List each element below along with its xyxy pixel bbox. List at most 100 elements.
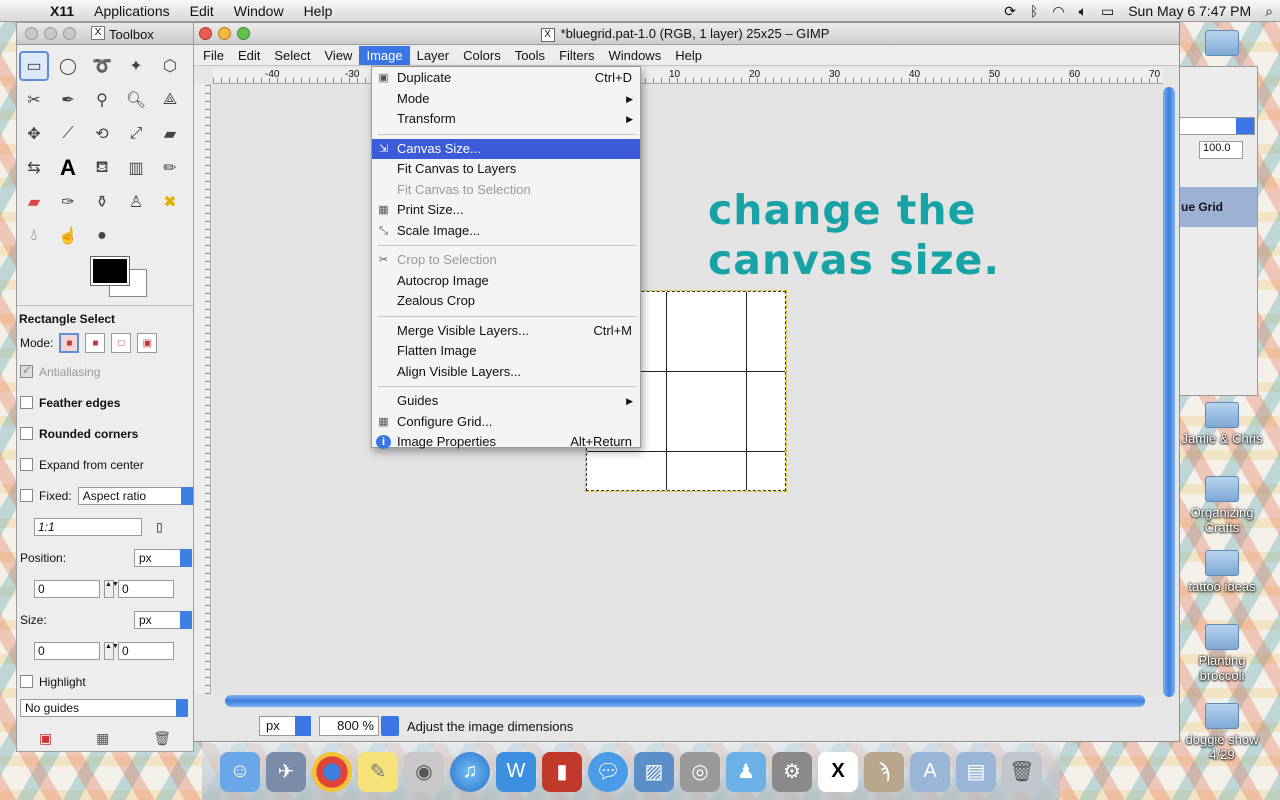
documents-folder-icon[interactable]: ▤ bbox=[956, 751, 996, 792]
color-picker-icon[interactable]: ⚲ bbox=[87, 85, 117, 115]
menu-item-merge-visible-layers[interactable]: Merge Visible Layers... Ctrl+M bbox=[372, 321, 640, 342]
expand-center-checkbox[interactable] bbox=[20, 458, 33, 471]
text-tool-icon[interactable]: A bbox=[53, 153, 83, 183]
volume-icon[interactable]: 🔈︎ bbox=[1072, 3, 1094, 20]
rect-select-icon[interactable]: ▭ bbox=[19, 51, 49, 81]
vertical-ruler[interactable] bbox=[193, 84, 211, 694]
layer-row-selected[interactable]: ue Grid bbox=[1177, 187, 1257, 227]
menu-item-configure-grid[interactable]: ▦ Configure Grid... bbox=[372, 412, 640, 433]
menu-file[interactable]: File bbox=[191, 46, 231, 65]
menu-item-crop-to-selection[interactable]: ✂ Crop to Selection bbox=[372, 250, 640, 271]
position-unit-combo[interactable]: px bbox=[134, 548, 192, 567]
x11-dock-icon[interactable]: X bbox=[818, 751, 858, 792]
menu-item-fit-canvas-to-layers[interactable]: Fit Canvas to Layers bbox=[372, 159, 640, 180]
zoom-field[interactable]: 800 % bbox=[319, 716, 379, 736]
menu-edit[interactable]: Edit bbox=[180, 3, 224, 19]
itunes-icon[interactable]: ♫ bbox=[450, 751, 490, 792]
foreground-color[interactable] bbox=[90, 256, 130, 286]
finder-icon[interactable]: ☺ bbox=[220, 751, 260, 792]
desktop-folder-doggie-show[interactable]: doggie show 4/29 bbox=[1178, 703, 1266, 762]
zoom-dropdown-button[interactable] bbox=[381, 716, 399, 736]
zoom-button[interactable] bbox=[63, 27, 76, 40]
window-titlebar[interactable]: X *bluegrid.pat-1.0 (RGB, 1 layer) 25x25 … bbox=[191, 23, 1179, 45]
save-options-icon[interactable]: ▣ bbox=[39, 730, 52, 747]
antialiasing-checkbox[interactable] bbox=[20, 363, 33, 378]
color-select-icon[interactable]: ⬡ bbox=[155, 51, 185, 81]
menu-layer[interactable]: Layer bbox=[410, 46, 457, 65]
bucket-fill-icon[interactable]: ⛾ bbox=[87, 153, 117, 183]
canvas-area[interactable]: change the canvas size. bbox=[213, 85, 1163, 695]
mode-add-button[interactable]: ■ bbox=[85, 333, 106, 353]
trash-icon[interactable]: 🗑︎ bbox=[1002, 751, 1042, 792]
menu-item-align-visible-layers[interactable]: Align Visible Layers... bbox=[372, 362, 640, 383]
menu-applications[interactable]: Applications bbox=[84, 3, 180, 19]
gimp-dock-icon[interactable]: ϡ bbox=[864, 751, 904, 792]
size-unit-combo[interactable]: px bbox=[134, 610, 192, 629]
pencil-icon[interactable]: ✏ bbox=[155, 153, 185, 183]
shear-icon[interactable]: ▰ bbox=[155, 119, 185, 149]
horizontal-scrollbar[interactable] bbox=[225, 695, 1145, 707]
bluetooth-icon[interactable]: ᛒ bbox=[1023, 3, 1045, 19]
ichat-icon[interactable]: 💬︎ bbox=[588, 751, 628, 792]
close-button[interactable] bbox=[25, 27, 38, 40]
scale-icon[interactable]: ⤢ bbox=[121, 119, 151, 149]
mode-intersect-button[interactable]: ▣ bbox=[137, 333, 158, 353]
position-y-field[interactable]: 0 bbox=[118, 579, 174, 598]
paths-icon[interactable]: ✒ bbox=[53, 85, 83, 115]
clock[interactable]: Sun May 6 7:47 PM bbox=[1121, 3, 1258, 19]
move-tool-icon[interactable]: ✥ bbox=[19, 119, 49, 149]
rounded-corners-checkbox[interactable] bbox=[20, 427, 33, 440]
menu-item-mode[interactable]: Mode ▶ bbox=[372, 89, 640, 110]
size-w-spinner[interactable]: ▲▼ bbox=[104, 641, 119, 660]
mode-subtract-button[interactable]: □ bbox=[111, 333, 132, 353]
menu-item-scale-image[interactable]: ⤡ Scale Image... bbox=[372, 221, 640, 242]
desktop-folder-organizing-crafts[interactable]: Organizing Crafts bbox=[1178, 476, 1266, 535]
system-preferences-icon[interactable]: ⚙ bbox=[772, 751, 812, 792]
flip-icon[interactable]: ⇆ bbox=[19, 153, 49, 183]
menu-item-transform[interactable]: Transform ▶ bbox=[372, 109, 640, 130]
spotlight-icon[interactable]: ⌕ bbox=[1258, 3, 1280, 20]
restore-options-icon[interactable]: ▦ bbox=[96, 730, 109, 747]
menu-item-guides[interactable]: Guides ▶ bbox=[372, 391, 640, 412]
menu-windows[interactable]: Windows bbox=[601, 46, 668, 65]
align-icon[interactable]: ⟋ bbox=[53, 119, 83, 149]
menu-filters[interactable]: Filters bbox=[552, 46, 601, 65]
menu-edit[interactable]: Edit bbox=[231, 46, 267, 65]
rotate-icon[interactable]: ⟲ bbox=[87, 119, 117, 149]
menu-item-fit-canvas-to-selection[interactable]: Fit Canvas to Selection bbox=[372, 180, 640, 201]
ratio-field[interactable]: 1:1 bbox=[34, 517, 142, 536]
menu-item-autocrop-image[interactable]: Autocrop Image bbox=[372, 271, 640, 292]
toolbox-titlebar[interactable]: X Toolbox bbox=[17, 23, 193, 45]
ink-icon[interactable]: ⚱ bbox=[87, 187, 117, 217]
delete-options-icon[interactable]: 🗑︎ bbox=[153, 730, 171, 747]
airbrush-icon[interactable]: ✑ bbox=[53, 187, 83, 217]
iphoto-icon[interactable]: ◉ bbox=[404, 751, 444, 792]
fixed-checkbox[interactable] bbox=[20, 489, 33, 502]
minimize-button[interactable] bbox=[218, 27, 231, 40]
position-x-field[interactable]: 0 bbox=[34, 579, 100, 598]
eraser-icon[interactable]: ▰ bbox=[19, 187, 49, 217]
menu-item-canvas-size[interactable]: ⇲ Canvas Size... bbox=[372, 138, 640, 159]
menu-help[interactable]: Help bbox=[294, 3, 343, 19]
minimize-button[interactable] bbox=[44, 27, 57, 40]
desktop-folder-top[interactable] bbox=[1178, 30, 1266, 59]
ellipse-select-icon[interactable]: ◯ bbox=[53, 51, 83, 81]
portrait-icon[interactable]: ▯ bbox=[156, 520, 163, 534]
measure-icon[interactable]: ⟁ bbox=[155, 85, 185, 115]
photo-booth-icon[interactable]: ▮ bbox=[542, 751, 582, 792]
gradient-icon[interactable]: ▥ bbox=[121, 153, 151, 183]
menu-image[interactable]: Image bbox=[359, 45, 410, 65]
menu-colors[interactable]: Colors bbox=[456, 46, 508, 65]
dodge-burn-icon[interactable]: ● bbox=[87, 221, 117, 251]
highlight-checkbox[interactable] bbox=[20, 675, 33, 688]
position-x-spinner[interactable]: ▲▼ bbox=[104, 579, 119, 598]
close-button[interactable] bbox=[199, 27, 212, 40]
menu-window[interactable]: Window bbox=[224, 3, 294, 19]
unit-selector[interactable]: px bbox=[259, 716, 311, 736]
menu-item-duplicate[interactable]: ▣ Duplicate Ctrl+D bbox=[372, 68, 640, 89]
menu-item-print-size[interactable]: ▦ Print Size... bbox=[372, 200, 640, 221]
zoom-button[interactable] bbox=[237, 27, 250, 40]
opacity-field[interactable]: 100.0 bbox=[1199, 141, 1243, 159]
menu-select[interactable]: Select bbox=[267, 46, 317, 65]
wifi-icon[interactable]: ◠ bbox=[1045, 3, 1071, 20]
